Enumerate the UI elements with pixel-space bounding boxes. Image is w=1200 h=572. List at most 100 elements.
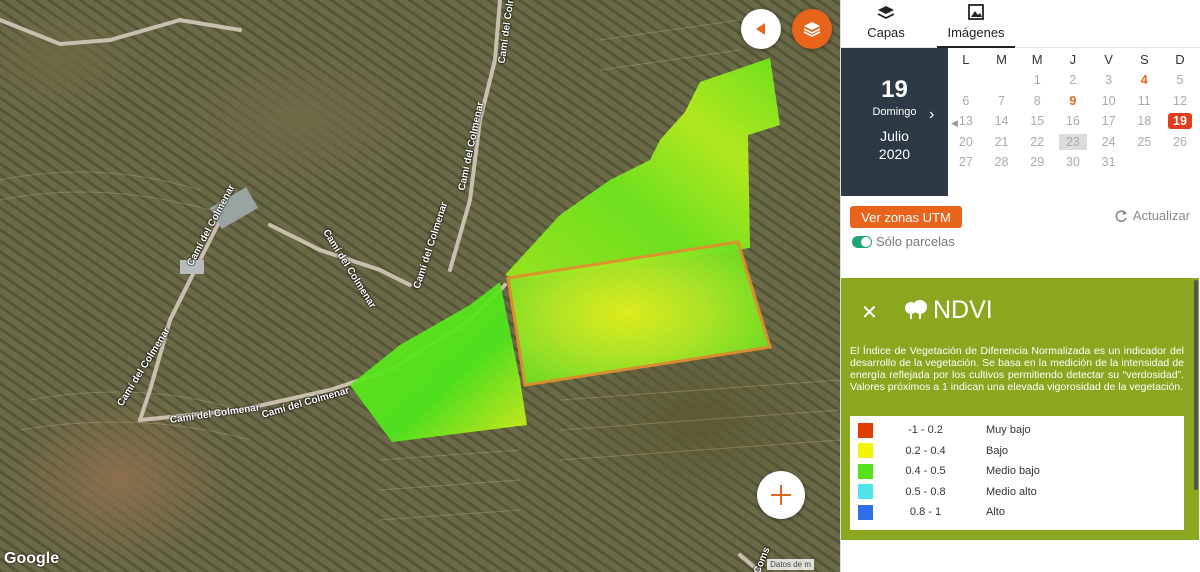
weekday-label: M xyxy=(996,51,1007,67)
day-number: 21 xyxy=(994,134,1009,149)
legend-row: 0.2 - 0.4 Bajo xyxy=(850,441,1184,462)
legend-label: Alto xyxy=(986,506,1005,519)
legend-swatch xyxy=(858,484,873,500)
image-icon xyxy=(931,4,1021,24)
calendar-day[interactable]: 31 xyxy=(1091,155,1127,169)
weekday-label: V xyxy=(1104,51,1113,67)
calendar-day[interactable]: 19 xyxy=(1162,113,1198,130)
scrollbar[interactable] xyxy=(1194,280,1198,490)
calendar-day[interactable]: 5 xyxy=(1162,73,1198,87)
calendar-day[interactable]: 30 xyxy=(1055,155,1091,169)
calendar-day[interactable]: 22 xyxy=(1019,135,1055,149)
toggle-switch[interactable] xyxy=(852,235,872,248)
day-number: 31 xyxy=(1101,155,1116,170)
day-number: 1 xyxy=(1033,73,1041,88)
map-attribution[interactable]: Datos de m xyxy=(767,559,814,570)
parcels-only-toggle[interactable]: Sólo parcelas xyxy=(852,234,955,249)
day-number: 19 xyxy=(1168,113,1192,130)
calendar-day[interactable]: 28 xyxy=(984,155,1020,169)
app-window: Camí del Colmenar Camí del Colmenar Camí… xyxy=(0,0,1200,572)
calendar-day[interactable]: 26 xyxy=(1162,135,1198,149)
legend-swatch xyxy=(858,504,873,520)
calendar: 19 Domingo Julio 2020 › LMMJVSD123456789… xyxy=(841,48,1200,196)
day-number: 8 xyxy=(1033,93,1041,108)
calendar-day[interactable]: 24 xyxy=(1091,135,1127,149)
calendar-day[interactable]: 17 xyxy=(1091,114,1127,128)
calendar-day[interactable]: 12 xyxy=(1162,94,1198,108)
weekday-label: J xyxy=(1069,51,1077,67)
chevron-right-icon[interactable]: › xyxy=(929,106,934,124)
tab-capas[interactable]: Capas xyxy=(841,0,931,47)
layers-icon xyxy=(803,22,821,37)
calendar-day[interactable]: 27 xyxy=(948,155,984,169)
ndvi-parcels xyxy=(350,58,780,442)
calendar-day[interactable]: 18 xyxy=(1126,114,1162,128)
toggle-label: Sólo parcelas xyxy=(876,234,955,249)
calendar-week-row: 20 21 22 23 24 25 26 xyxy=(948,132,1200,153)
day-number: 20 xyxy=(958,134,973,149)
calendar-day[interactable]: 6 xyxy=(948,94,984,108)
selected-month: Julio xyxy=(880,128,909,144)
day-number: 9 xyxy=(1069,93,1077,108)
legend-label: Muy bajo xyxy=(986,424,1031,437)
legend-range: 0.8 - 1 xyxy=(909,506,942,519)
calendar-day[interactable]: 25 xyxy=(1126,135,1162,149)
legend-swatch xyxy=(858,443,873,459)
satellite-map[interactable]: Camí del Colmenar Camí del Colmenar Camí… xyxy=(0,0,840,572)
tab-bar: Capas Imágenes xyxy=(841,0,1200,48)
calendar-day[interactable]: 20 xyxy=(948,135,984,149)
day-number: 3 xyxy=(1105,73,1113,88)
ndvi-legend: -1 - 0.2 Muy bajo 0.2 - 0.4 Bajo 0.4 - 0.5 Me… xyxy=(850,416,1184,530)
image-controls: Ver zonas UTM Actualizar Sólo parcelas xyxy=(841,200,1200,278)
calendar-day[interactable]: 11 xyxy=(1126,94,1162,108)
day-number: 30 xyxy=(1065,155,1080,170)
calendar-day[interactable]: 9 xyxy=(1055,94,1091,108)
layers-icon xyxy=(841,4,931,24)
day-number: 15 xyxy=(1030,114,1045,129)
day-number: 23 xyxy=(1058,133,1087,150)
calendar-week-row: 1 2 3 4 5 xyxy=(948,70,1200,91)
add-button[interactable] xyxy=(757,471,805,519)
legend-range: 0.4 - 0.5 xyxy=(905,465,946,478)
calendar-day[interactable]: 4 xyxy=(1126,73,1162,87)
day-number: 26 xyxy=(1173,134,1187,149)
calendar-day[interactable]: 10 xyxy=(1091,94,1127,108)
weekday-label: D xyxy=(1175,51,1185,67)
calendar-day[interactable]: 15 xyxy=(1019,114,1055,128)
day-number: 12 xyxy=(1173,93,1187,108)
calendar-day[interactable]: 21 xyxy=(984,135,1020,149)
calendar-day[interactable]: 8 xyxy=(1019,94,1055,108)
caret-left-icon[interactable]: ◀ xyxy=(951,118,958,129)
plus-icon xyxy=(771,485,791,505)
collapse-panel-button[interactable] xyxy=(741,9,781,49)
day-number: 7 xyxy=(998,93,1005,108)
weekday-label: M xyxy=(1031,51,1043,67)
day-number: 14 xyxy=(994,114,1009,129)
weekday-label: S xyxy=(1139,51,1149,67)
utm-zones-button[interactable]: Ver zonas UTM xyxy=(850,206,962,228)
ndvi-info-panel: ✕ NDVI El Índice de Vegetación de Difere… xyxy=(841,278,1199,540)
calendar-day[interactable]: 2 xyxy=(1055,73,1091,87)
day-number: 16 xyxy=(1065,114,1080,129)
close-icon[interactable]: ✕ xyxy=(861,300,878,325)
day-number: 24 xyxy=(1101,134,1116,149)
refresh-button[interactable]: Actualizar xyxy=(1114,208,1190,223)
calendar-day[interactable]: 14 xyxy=(984,114,1020,128)
legend-label: Medio alto xyxy=(986,485,1037,498)
calendar-day[interactable]: 7 xyxy=(984,94,1020,108)
refresh-label: Actualizar xyxy=(1132,208,1190,223)
selected-year: 2020 xyxy=(878,146,911,162)
day-number: 11 xyxy=(1137,93,1151,108)
legend-range: -1 - 0.2 xyxy=(908,424,943,437)
calendar-day[interactable]: 29 xyxy=(1019,155,1055,169)
calendar-day[interactable]: 23 xyxy=(1055,133,1091,150)
day-number: 13 xyxy=(958,114,973,129)
calendar-day[interactable]: 3 xyxy=(1091,73,1127,87)
calendar-day[interactable]: 16 xyxy=(1055,114,1091,128)
google-logo: Google xyxy=(4,550,60,567)
layers-button[interactable] xyxy=(792,9,832,49)
legend-row: 0.4 - 0.5 Medio bajo xyxy=(850,461,1184,482)
selected-day: 19 xyxy=(881,76,908,103)
calendar-day[interactable]: 1 xyxy=(1019,73,1055,87)
tab-imagenes[interactable]: Imágenes xyxy=(931,0,1021,48)
